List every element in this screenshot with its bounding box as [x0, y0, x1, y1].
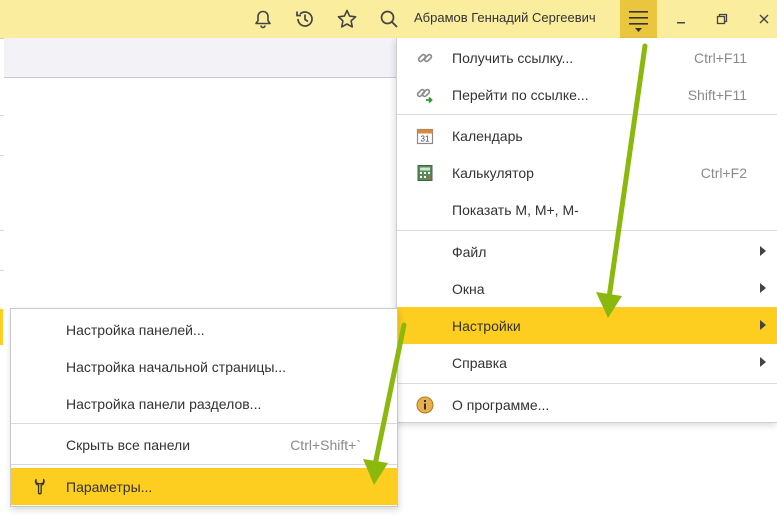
- menu-item-calculator[interactable]: Калькулятор Ctrl+F2: [397, 154, 777, 191]
- menu-separator: [397, 230, 777, 231]
- submenu-item-label: Настройка панелей...: [66, 322, 205, 338]
- submenu-arrow-icon: [760, 320, 766, 330]
- menu-item-calendar[interactable]: 31 Календарь: [397, 117, 777, 154]
- submenu-item-shortcut: Ctrl+Shift+`: [290, 437, 361, 453]
- submenu-item-label: Настройка начальной страницы...: [66, 359, 287, 375]
- goto-link-icon: [416, 86, 434, 104]
- main-menu: Получить ссылку... Ctrl+F11 Перейти по с…: [396, 38, 777, 423]
- menu-item-label: Настройки: [452, 318, 521, 334]
- menu-item-label: О программе...: [452, 397, 550, 413]
- calculator-icon: [416, 164, 434, 182]
- menu-item-label: Окна: [452, 281, 485, 297]
- menu-item-file[interactable]: Файл: [397, 233, 777, 270]
- menu-item-about[interactable]: О программе...: [397, 386, 777, 423]
- top-bar: Абрамов Геннадий Сергеевич: [0, 0, 777, 39]
- close-icon[interactable]: [751, 6, 777, 32]
- submenu-item-hide-all-panels[interactable]: Скрыть все панели Ctrl+Shift+`: [11, 426, 397, 463]
- submenu-arrow-icon: [760, 283, 766, 293]
- bell-icon[interactable]: [250, 6, 276, 32]
- menu-item-get-link[interactable]: Получить ссылку... Ctrl+F11: [397, 39, 777, 76]
- wrench-icon: [31, 477, 49, 495]
- menu-separator: [397, 114, 777, 115]
- submenu-arrow-icon: [760, 357, 766, 367]
- content-header-strip: [4, 38, 396, 78]
- info-icon: [416, 396, 434, 414]
- menu-separator: [397, 383, 777, 384]
- star-icon[interactable]: [334, 6, 360, 32]
- left-selection-marker: [0, 309, 3, 345]
- submenu-item-parameters[interactable]: Параметры...: [11, 468, 397, 505]
- submenu-item-home-page-setup[interactable]: Настройка начальной страницы...: [11, 348, 397, 385]
- search-icon[interactable]: [376, 6, 402, 32]
- menu-item-show-memory[interactable]: Показать M, M+, M-: [397, 191, 777, 228]
- menu-item-label: Получить ссылку...: [452, 50, 574, 66]
- menu-item-shortcut: Ctrl+F11: [693, 50, 747, 66]
- menu-item-label: Калькулятор: [452, 165, 534, 181]
- calendar-icon: 31: [416, 127, 434, 145]
- menu-item-settings[interactable]: Настройки: [397, 307, 777, 344]
- submenu-item-label: Скрыть все панели: [66, 437, 191, 453]
- user-name[interactable]: Абрамов Геннадий Сергеевич: [414, 10, 596, 25]
- svg-text:31: 31: [421, 135, 430, 144]
- submenu-item-sections-panel-setup[interactable]: Настройка панели разделов...: [11, 385, 397, 422]
- hamburger-menu-icon: [629, 11, 648, 32]
- menu-item-label: Перейти по ссылке...: [452, 87, 589, 103]
- settings-submenu: Настройка панелей... Настройка начальной…: [10, 308, 398, 507]
- menu-item-label: Показать M, M+, M-: [452, 202, 579, 218]
- main-menu-button[interactable]: [620, 0, 657, 38]
- submenu-separator: [11, 423, 397, 424]
- submenu-item-label: Настройка панели разделов...: [66, 396, 262, 412]
- menu-item-label: Справка: [452, 355, 507, 371]
- menu-item-label: Файл: [452, 244, 487, 260]
- minimize-icon[interactable]: [668, 6, 694, 32]
- submenu-separator: [11, 464, 397, 465]
- menu-item-help[interactable]: Справка: [397, 344, 777, 381]
- submenu-arrow-icon: [760, 246, 766, 256]
- menu-item-goto-link[interactable]: Перейти по ссылке... Shift+F11: [397, 76, 777, 113]
- menu-item-windows[interactable]: Окна: [397, 270, 777, 307]
- history-icon[interactable]: [292, 6, 318, 32]
- link-icon: [416, 49, 434, 67]
- submenu-item-label: Параметры...: [66, 479, 153, 495]
- menu-item-shortcut: Shift+F11: [687, 87, 747, 103]
- restore-icon[interactable]: [709, 6, 735, 32]
- menu-item-label: Календарь: [452, 128, 523, 144]
- menu-item-shortcut: Ctrl+F2: [700, 165, 747, 181]
- submenu-item-panels-setup[interactable]: Настройка панелей...: [11, 311, 397, 348]
